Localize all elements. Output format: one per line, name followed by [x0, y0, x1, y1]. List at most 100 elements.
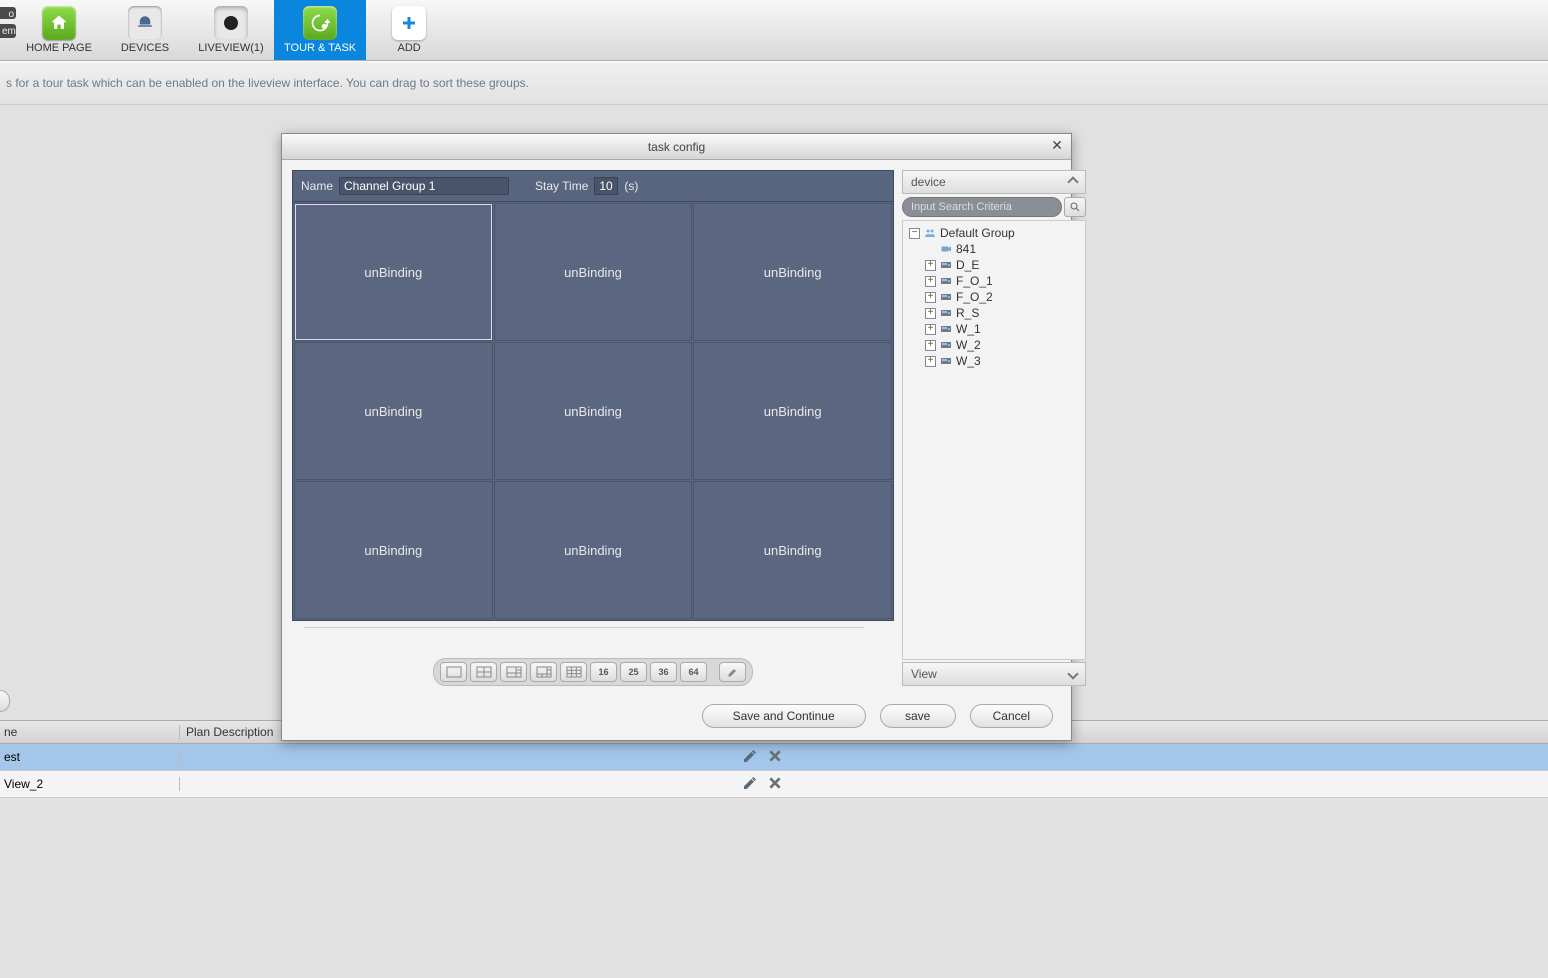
name-input[interactable]	[339, 177, 509, 195]
save-continue-button[interactable]: Save and Continue	[702, 704, 866, 728]
device-accordion-header[interactable]: device	[902, 170, 1086, 194]
top-toolbar: o em HOME PAGE DEVICES LIVEVIEW(1) TOUR …	[0, 0, 1548, 61]
stay-time-input[interactable]	[594, 177, 618, 195]
grid-cell[interactable]: unBinding	[494, 481, 693, 619]
edit-icon[interactable]	[742, 775, 758, 791]
close-icon[interactable]: ✕	[1049, 138, 1065, 154]
layout-64-button[interactable]: 64	[680, 662, 707, 682]
device-tree[interactable]: − Default Group 841 +D_E+F_O_1+F_O_2+R_S…	[902, 220, 1086, 660]
view-label: View	[911, 667, 937, 681]
toolbar-tour-task[interactable]: TOUR & TASK	[274, 0, 366, 60]
tree-label: W_2	[956, 338, 981, 352]
tree-camera[interactable]: 841	[907, 241, 1081, 257]
toolbar-home[interactable]: HOME PAGE	[16, 0, 102, 60]
nvr-icon	[939, 307, 953, 319]
cell-operation	[736, 775, 1548, 794]
search-input[interactable]	[902, 197, 1062, 217]
layout-25-button[interactable]: 25	[620, 662, 647, 682]
expand-icon[interactable]: +	[925, 340, 936, 351]
tree-label: D_E	[956, 258, 979, 272]
chevron-up-icon	[1067, 176, 1078, 187]
nvr-icon	[939, 291, 953, 303]
save-button[interactable]: save	[880, 704, 956, 728]
home-icon	[42, 6, 76, 40]
logo-fragment: o em	[0, 0, 16, 60]
toolbar-liveview[interactable]: LIVEVIEW(1)	[188, 0, 274, 60]
delete-icon[interactable]	[767, 748, 783, 764]
layout-36-button[interactable]: 36	[650, 662, 677, 682]
expand-icon[interactable]: +	[925, 292, 936, 303]
grid-cell[interactable]: unBinding	[294, 481, 493, 619]
tree-folder[interactable]: + D_E	[907, 257, 1081, 273]
info-strip: s for a tour task which can be enabled o…	[0, 61, 1548, 105]
delete-icon[interactable]	[767, 775, 783, 791]
tree-folder[interactable]: + W_2	[907, 337, 1081, 353]
devices-icon	[128, 6, 162, 40]
cell-name: View_2	[0, 777, 180, 791]
edit-icon[interactable]	[742, 748, 758, 764]
panel-collapse-toggle[interactable]	[0, 690, 10, 712]
task-config-dialog: task config ✕ Name Stay Time (s) unBindi…	[281, 133, 1072, 741]
stay-time-unit: (s)	[624, 179, 638, 193]
tour-task-icon	[303, 6, 337, 40]
cancel-button[interactable]: Cancel	[970, 704, 1053, 728]
layout-9-button[interactable]	[560, 662, 587, 682]
add-icon	[392, 6, 426, 40]
expand-icon[interactable]: +	[925, 324, 936, 335]
grid-cell[interactable]: unBinding	[494, 342, 693, 480]
nvr-icon	[939, 275, 953, 287]
grid-config-panel: Name Stay Time (s) unBinding unBinding u…	[292, 170, 894, 686]
device-header-label: device	[911, 175, 946, 189]
layout-8-button[interactable]	[530, 662, 557, 682]
tree-label: F_O_1	[956, 274, 993, 288]
grid-cell[interactable]: unBinding	[294, 342, 493, 480]
expand-icon[interactable]: +	[925, 260, 936, 271]
layout-6-button[interactable]	[500, 662, 527, 682]
tree-folder[interactable]: + F_O_1	[907, 273, 1081, 289]
chevron-down-icon	[1067, 668, 1078, 679]
layout-1-button[interactable]	[440, 662, 467, 682]
param-row: Name Stay Time (s)	[292, 170, 894, 201]
expand-icon[interactable]: +	[925, 356, 936, 367]
toolbar-add[interactable]: ADD	[366, 0, 452, 60]
col-name[interactable]: ne	[0, 725, 180, 739]
grid-cell[interactable]: unBinding	[294, 203, 493, 341]
layout-custom-button[interactable]	[719, 662, 746, 682]
toolbar-label: TOUR & TASK	[284, 42, 356, 54]
device-panel: device − Default Group 841 + D_E + F_O_1 +	[902, 170, 1086, 686]
camera-icon	[939, 243, 953, 255]
tree-folder[interactable]: + W_3	[907, 353, 1081, 369]
view-accordion-header[interactable]: View	[902, 662, 1086, 686]
cell-operation	[736, 748, 1548, 767]
tree-root[interactable]: − Default Group	[907, 225, 1081, 241]
separator	[304, 627, 864, 628]
search-button[interactable]	[1064, 197, 1086, 217]
name-label: Name	[301, 179, 333, 193]
grid-cell[interactable]: unBinding	[494, 203, 693, 341]
search-icon	[1069, 201, 1081, 213]
tree-label: 841	[956, 242, 976, 256]
tree-label: W_3	[956, 354, 981, 368]
grid-cell[interactable]: unBinding	[693, 203, 892, 341]
table-row[interactable]: View_2	[0, 771, 1548, 798]
tree-folder[interactable]: +F_O_2	[907, 289, 1081, 305]
tree-folder[interactable]: + R_S	[907, 305, 1081, 321]
nvr-icon	[939, 323, 953, 335]
dialog-button-row: Save and Continue save Cancel	[282, 696, 1071, 740]
layout-4-button[interactable]	[470, 662, 497, 682]
nvr-icon	[939, 355, 953, 367]
layout-16-button[interactable]: 16	[590, 662, 617, 682]
grid-cell[interactable]: unBinding	[693, 342, 892, 480]
tree-label: R_S	[956, 306, 979, 320]
tree-folder[interactable]: +W_1	[907, 321, 1081, 337]
channel-grid: unBinding unBinding unBinding unBinding …	[292, 201, 894, 621]
table-row[interactable]: est	[0, 744, 1548, 771]
toolbar-label: HOME PAGE	[26, 42, 92, 54]
expand-icon[interactable]: +	[925, 276, 936, 287]
toolbar-devices[interactable]: DEVICES	[102, 0, 188, 60]
collapse-icon[interactable]: −	[909, 228, 920, 239]
grid-cell[interactable]: unBinding	[693, 481, 892, 619]
nvr-icon	[939, 339, 953, 351]
dialog-titlebar[interactable]: task config ✕	[282, 134, 1071, 160]
expand-icon[interactable]: +	[925, 308, 936, 319]
